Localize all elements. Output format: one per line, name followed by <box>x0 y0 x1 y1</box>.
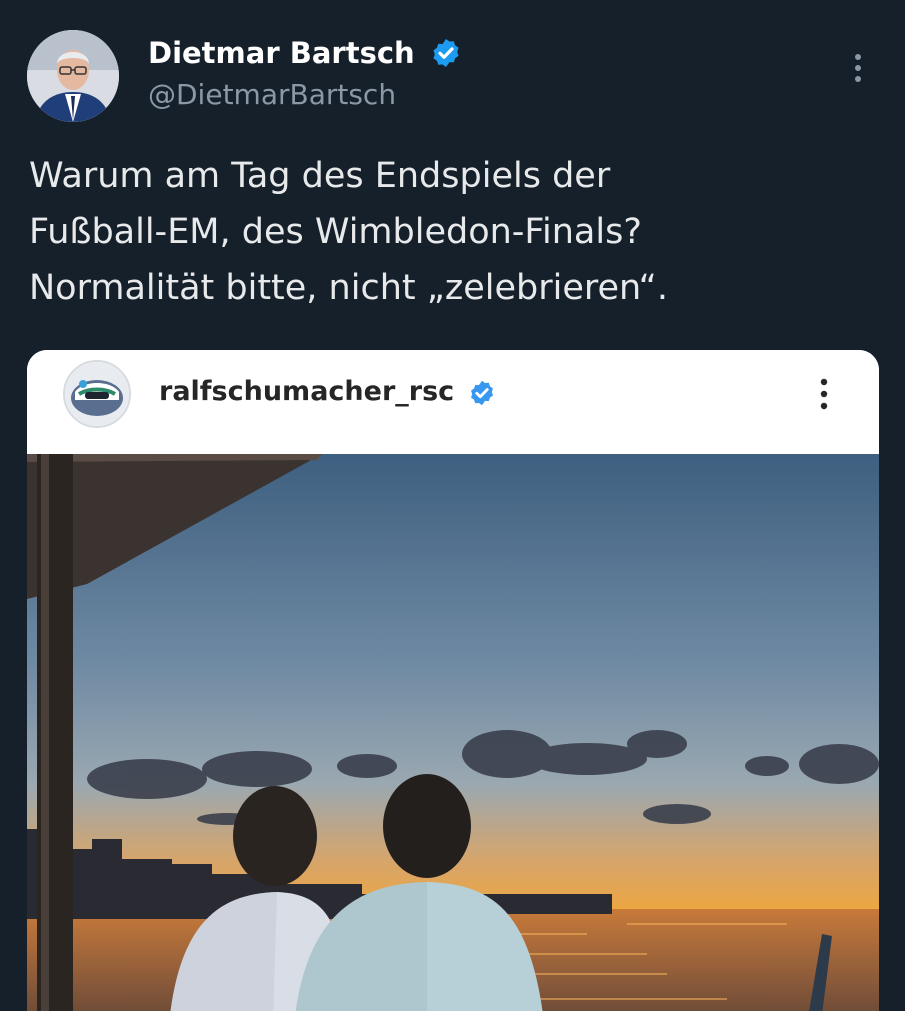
more-options-icon[interactable] <box>813 374 835 414</box>
author-avatar-image <box>27 30 119 122</box>
embedded-post-username[interactable]: ralfschumacher_rsc <box>159 376 454 407</box>
author-handle[interactable]: @DietmarBartsch <box>148 78 396 111</box>
author-name[interactable]: Dietmar Bartsch <box>148 36 415 70</box>
embedded-avatar-image <box>65 362 129 426</box>
embedded-post-header: ralfschumacher_rsc <box>27 350 879 454</box>
embedded-post-avatar[interactable] <box>63 360 131 428</box>
tweet-text-line: Fußball-EM, des Wimbledon-Finals? <box>29 212 642 252</box>
verified-badge-icon <box>471 380 493 406</box>
author-avatar[interactable] <box>27 30 119 122</box>
embedded-instagram-post[interactable]: ralfschumacher_rsc <box>27 350 879 1011</box>
tweet-text-line: Warum am Tag des Endspiels der <box>29 156 611 196</box>
tweet-card: Dietmar Bartsch @DietmarBartsch Warum am… <box>0 0 905 1011</box>
tweet-text: Warum am Tag des Endspiels der Fußball-E… <box>29 148 859 316</box>
verified-badge-icon <box>433 39 459 67</box>
sunset-boat-photo[interactable] <box>27 454 879 1011</box>
more-options-icon[interactable] <box>846 50 870 86</box>
tweet-text-line: Normalität bitte, nicht „zelebrieren“. <box>29 268 668 308</box>
